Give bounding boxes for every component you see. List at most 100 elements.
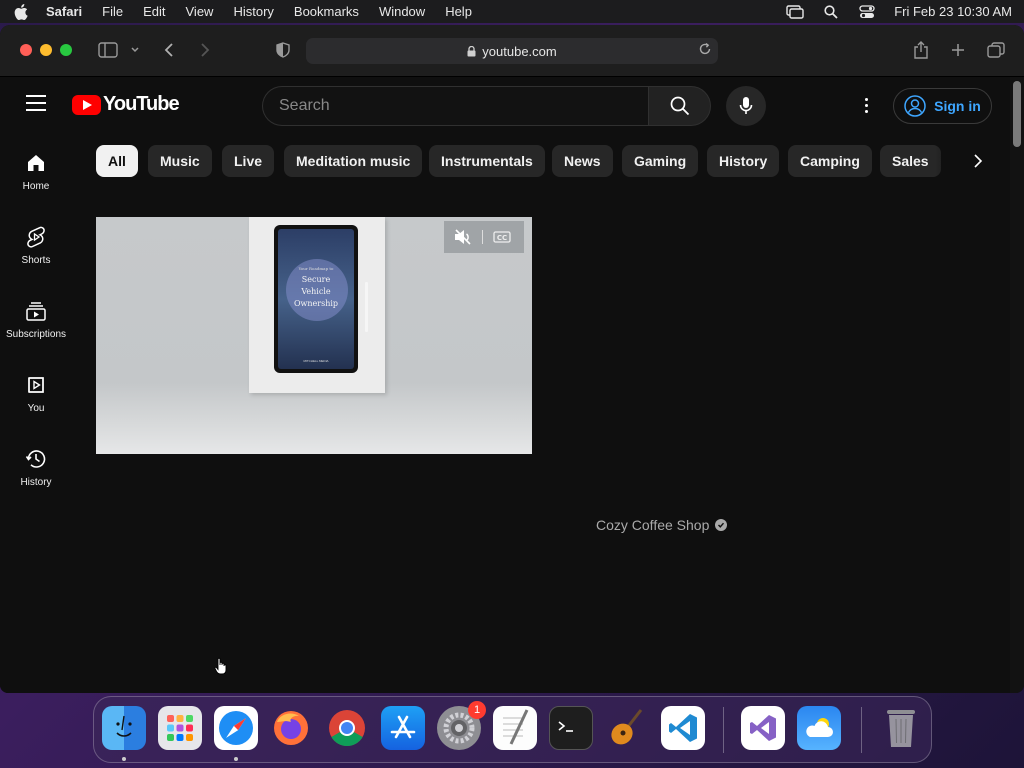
search-button[interactable] bbox=[648, 86, 711, 126]
dock-finder[interactable] bbox=[102, 706, 146, 750]
reload-icon[interactable] bbox=[698, 42, 712, 56]
guide-label-you: You bbox=[27, 403, 45, 414]
channel-name[interactable]: Cozy Coffee Shop bbox=[596, 517, 728, 533]
tablet-subtitle: Your Roadmap to bbox=[298, 266, 334, 271]
back-icon[interactable] bbox=[160, 39, 178, 61]
safari-toolbar: youtube.com bbox=[0, 25, 1024, 77]
chip-meditation-music[interactable]: Meditation music bbox=[284, 145, 423, 177]
menu-bar: Safari File Edit View History Bookmarks … bbox=[0, 0, 1024, 23]
chevron-down-icon[interactable] bbox=[129, 39, 141, 61]
chip-gaming[interactable]: Gaming bbox=[622, 145, 699, 177]
tablet-footer: MITCHELL MEDIA bbox=[303, 359, 329, 363]
video-preview[interactable]: Your Roadmap to Secure Vehicle Ownership… bbox=[96, 217, 532, 454]
guide-label-subscriptions: Subscriptions bbox=[5, 329, 67, 340]
chip-history[interactable]: History bbox=[707, 145, 780, 177]
chips-next-chevron-icon[interactable] bbox=[966, 149, 990, 173]
window-controls bbox=[20, 44, 72, 56]
youtube-logo-text: YouTube bbox=[103, 93, 180, 115]
muted-speaker-icon bbox=[455, 229, 471, 245]
new-tab-icon[interactable] bbox=[949, 39, 967, 61]
menu-help[interactable]: Help bbox=[445, 4, 472, 19]
verified-check-icon bbox=[715, 519, 728, 531]
control-center-icon[interactable] bbox=[858, 4, 876, 19]
dock-system-settings[interactable]: 1 bbox=[437, 701, 486, 750]
menu-window[interactable]: Window bbox=[379, 4, 425, 19]
guide-label-shorts: Shorts bbox=[21, 255, 51, 266]
menu-app-name[interactable]: Safari bbox=[46, 4, 82, 19]
visual-studio-icon bbox=[750, 715, 776, 741]
dock-trash[interactable] bbox=[879, 706, 923, 750]
search-input[interactable]: Search bbox=[262, 86, 648, 126]
safari-compass-icon bbox=[219, 711, 253, 745]
page-scrollbar[interactable] bbox=[1010, 77, 1024, 693]
youtube-logo[interactable]: YouTube bbox=[72, 93, 180, 116]
page-scrollbar-thumb[interactable] bbox=[1013, 81, 1021, 147]
share-icon[interactable] bbox=[912, 39, 930, 61]
chip-instrumentals[interactable]: Instrumentals bbox=[429, 145, 545, 177]
dock-textedit[interactable] bbox=[493, 706, 537, 750]
channel-name-text: Cozy Coffee Shop bbox=[596, 517, 710, 533]
privacy-shield-icon[interactable] bbox=[274, 39, 292, 61]
menubar-clock[interactable]: Fri Feb 23 10:30 AM bbox=[894, 4, 1012, 19]
voice-search-button[interactable] bbox=[726, 86, 766, 126]
chip-sales[interactable]: Sales bbox=[880, 145, 941, 177]
dock-terminal[interactable] bbox=[549, 706, 593, 750]
chips-fade bbox=[935, 145, 965, 177]
menu-view[interactable]: View bbox=[186, 4, 214, 19]
spotlight-search-icon[interactable] bbox=[822, 4, 840, 19]
dock-app-store[interactable] bbox=[381, 706, 425, 750]
menu-hamburger-icon[interactable] bbox=[26, 95, 46, 111]
settings-more-icon[interactable] bbox=[856, 93, 876, 117]
guide-item-subscriptions[interactable]: Subscriptions bbox=[0, 281, 72, 351]
dock-separator bbox=[861, 707, 862, 753]
guide-item-home[interactable]: Home bbox=[0, 133, 72, 203]
forward-icon[interactable] bbox=[196, 39, 214, 61]
chrome-icon bbox=[329, 710, 365, 747]
tablet-title-line: Secure bbox=[301, 275, 331, 284]
screen-mirroring-icon[interactable] bbox=[786, 4, 804, 19]
guide-item-shorts[interactable]: Shorts bbox=[0, 207, 72, 277]
trash-icon bbox=[887, 710, 915, 747]
dock-firefox[interactable] bbox=[269, 706, 313, 750]
unmute-button[interactable] bbox=[444, 221, 482, 253]
chip-live[interactable]: Live bbox=[222, 145, 275, 177]
account-icon bbox=[904, 95, 926, 117]
textedit-pencil-icon bbox=[503, 709, 529, 745]
finder-icon bbox=[116, 715, 132, 737]
guide-item-you[interactable]: You bbox=[0, 355, 72, 425]
notification-badge: 1 bbox=[468, 701, 486, 719]
dock-garageband[interactable] bbox=[605, 706, 649, 750]
dock-chrome[interactable] bbox=[325, 706, 369, 750]
terminal-prompt-icon bbox=[558, 721, 573, 732]
menu-edit[interactable]: Edit bbox=[143, 4, 165, 19]
sign-in-label: Sign in bbox=[934, 98, 981, 114]
stylus-pencil bbox=[365, 282, 368, 332]
dock-visual-studio[interactable] bbox=[741, 706, 785, 750]
menu-file[interactable]: File bbox=[102, 4, 123, 19]
sidebar-toggle-icon[interactable] bbox=[97, 39, 119, 61]
menu-bookmarks[interactable]: Bookmarks bbox=[294, 4, 359, 19]
chip-music[interactable]: Music bbox=[148, 145, 212, 177]
dock-weather[interactable] bbox=[797, 706, 841, 750]
dock-vscode[interactable] bbox=[661, 706, 705, 750]
sign-in-button[interactable]: Sign in bbox=[893, 88, 992, 124]
firefox-icon bbox=[274, 711, 308, 745]
zoom-window-button[interactable] bbox=[60, 44, 72, 56]
chip-all[interactable]: All bbox=[96, 145, 138, 177]
subscriptions-icon bbox=[24, 299, 48, 323]
svg-text:CC: CC bbox=[497, 234, 507, 242]
chip-camping[interactable]: Camping bbox=[788, 145, 872, 177]
dock-launchpad[interactable] bbox=[158, 706, 202, 750]
tab-overview-icon[interactable] bbox=[986, 39, 1006, 61]
captions-button[interactable]: CC bbox=[483, 221, 521, 253]
close-window-button[interactable] bbox=[20, 44, 32, 56]
guide-item-history[interactable]: History bbox=[0, 429, 72, 499]
youtube-play-icon bbox=[72, 94, 101, 115]
lock-icon bbox=[467, 45, 476, 57]
chip-news[interactable]: News bbox=[552, 145, 613, 177]
apple-menu-icon[interactable] bbox=[12, 3, 30, 21]
minimize-window-button[interactable] bbox=[40, 44, 52, 56]
dock-safari[interactable] bbox=[214, 706, 258, 750]
address-bar[interactable]: youtube.com bbox=[306, 38, 718, 64]
menu-history[interactable]: History bbox=[233, 4, 273, 19]
